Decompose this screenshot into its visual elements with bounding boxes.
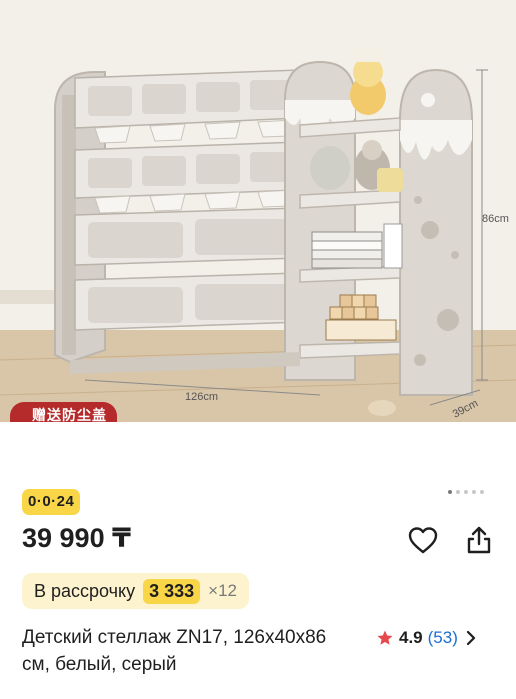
share-button[interactable] [462,523,496,557]
gallery-pagination[interactable] [448,490,484,494]
installment-label: В рассрочку [34,580,136,601]
review-count[interactable]: (53) [428,628,458,648]
gallery-dot[interactable] [456,490,460,494]
gallery-dot[interactable] [480,490,484,494]
product-image[interactable]: 86cm 126cm 39cm 赠送防尘盖 [0,0,516,422]
product-illustration: 86cm 126cm 39cm [0,0,516,422]
favorite-button[interactable] [406,523,440,557]
star-icon [377,630,393,645]
product-rating[interactable]: 4.9 (53) [376,624,479,651]
share-icon [467,526,491,554]
installment-months: ×12 [208,581,237,600]
gallery-dot[interactable] [448,490,452,494]
dimension-width-label: 126cm [185,391,218,403]
product-info-card: 0·0·24 39 990 ₸ В рассрочку 3 333 ×12 Де… [0,422,516,699]
installment-amount: 3 333 [143,578,201,604]
gallery-dot[interactable] [464,490,468,494]
rating-value: 4.9 [399,627,423,647]
heart-icon [408,527,438,554]
product-title: Детский стеллаж ZN17, 126x40x86 см, белы… [22,627,327,675]
promo-tag: 赠送防尘盖 [10,402,117,422]
installment-badge: 0·0·24 [22,489,81,515]
chevron-right-icon[interactable] [463,629,479,647]
installment-offer[interactable]: В рассрочку 3 333 ×12 [22,573,249,609]
dimension-height-label: 86cm [482,213,509,225]
product-price: 39 990 ₸ [22,523,131,553]
gallery-dot[interactable] [472,490,476,494]
